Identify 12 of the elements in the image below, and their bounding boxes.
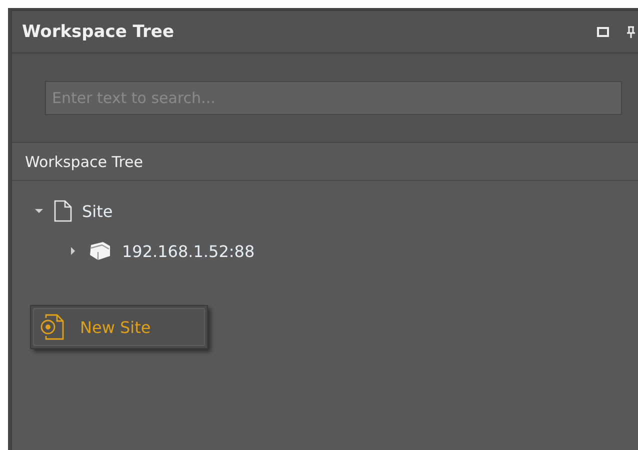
pin-icon[interactable] <box>627 26 635 38</box>
document-icon <box>54 200 72 222</box>
tree-header: Workspace Tree <box>12 143 638 181</box>
expanded-arrow-icon[interactable] <box>34 206 44 216</box>
collapsed-arrow-icon[interactable] <box>68 246 78 256</box>
menu-item[interactable]: New Site <box>33 308 205 346</box>
maximize-icon[interactable] <box>597 26 609 36</box>
new-document-icon <box>40 314 66 340</box>
tree-item[interactable]: 192.168.1.52:88 <box>122 242 255 260</box>
device-icon <box>88 240 112 262</box>
panel-title: Workspace Tree <box>22 22 175 42</box>
tree-item[interactable]: Site <box>82 202 113 220</box>
